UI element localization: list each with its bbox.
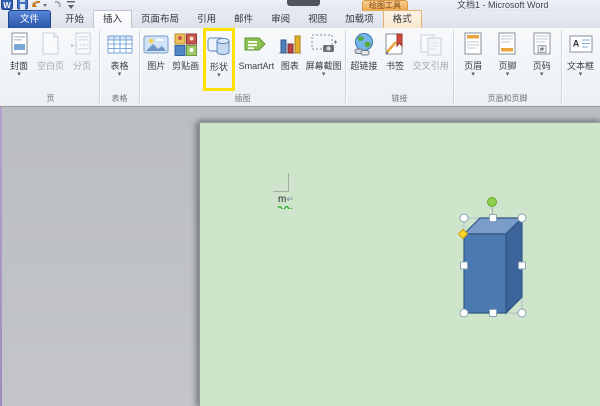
picture-button[interactable]: 图片 . <box>143 30 169 78</box>
cross-reference-icon <box>418 32 444 59</box>
blank-page-icon <box>38 32 62 59</box>
screenshot-icon <box>310 32 338 59</box>
tab-page-layout[interactable]: 页面布局 <box>132 11 188 28</box>
word-logo-icon[interactable]: W <box>1 0 13 10</box>
hyperlink-icon <box>351 32 377 59</box>
chevron-down-icon: ▾ <box>540 72 544 78</box>
ribbon-group-tables: 表格 ▾ 表格 <box>100 30 140 106</box>
ribbon-tab-row: 文件 开始 插入 页面布局 引用 邮件 审阅 视图 加载项 格式 <box>0 11 600 28</box>
cross-reference-button[interactable]: 交叉引用 . <box>413 30 449 78</box>
undo-icon[interactable] <box>32 0 48 10</box>
tab-file[interactable]: 文件 <box>8 10 51 28</box>
screenshot-button[interactable]: 屏幕截图 ▾ <box>306 30 342 78</box>
page-break-button[interactable]: 分页 . <box>70 30 94 78</box>
ribbon: 封面 ▾ 空白页 . <box>0 28 600 107</box>
ribbon-group-text: A 文本框 ▾ 文档部件 <box>562 30 600 106</box>
window-fragment <box>287 0 320 6</box>
chevron-down-icon: ▾ <box>471 72 475 78</box>
tab-view[interactable]: 视图 <box>299 11 336 28</box>
smartart-icon <box>243 32 269 59</box>
window-title: 文档1 - Microsoft Word <box>457 0 548 11</box>
header-icon <box>461 32 485 59</box>
document-page[interactable]: m↵ <box>199 122 600 406</box>
smartart-button[interactable]: SmartArt . <box>239 30 275 78</box>
tab-review[interactable]: 审阅 <box>262 11 299 28</box>
group-label-illustrations: 插图 <box>142 92 343 106</box>
tab-references[interactable]: 引用 <box>188 11 225 28</box>
margin-crop-mark-vertical <box>288 173 289 191</box>
shapes-icon <box>206 33 232 60</box>
group-label-tables: 表格 <box>102 92 137 106</box>
word-window: W <box>0 0 600 406</box>
cover-page-icon <box>7 32 31 59</box>
group-label-pages: 页 <box>4 92 97 106</box>
rotate-handle[interactable] <box>488 198 497 207</box>
page-number-icon: # <box>530 32 554 59</box>
svg-text:W: W <box>3 1 11 10</box>
bookmark-icon <box>382 32 408 59</box>
shapes-button[interactable]: 形状 ▾ <box>206 31 232 88</box>
tab-insert[interactable]: 插入 <box>93 10 132 28</box>
group-label-links: 链接 <box>348 92 451 106</box>
chevron-down-icon: ▾ <box>17 72 21 78</box>
save-icon[interactable] <box>17 0 28 10</box>
ribbon-group-pages: 封面 ▾ 空白页 . <box>2 30 100 106</box>
paragraph-mark: ↵ <box>286 194 294 204</box>
chevron-down-icon: ▾ <box>322 72 326 78</box>
tab-addins[interactable]: 加载项 <box>336 11 383 28</box>
redo-icon[interactable] <box>52 0 62 10</box>
cube-shape-selected[interactable] <box>450 193 542 325</box>
chart-icon <box>277 32 303 59</box>
hyperlink-button[interactable]: 超链接 . <box>350 30 377 78</box>
group-label-header-footer: 页眉和页脚 <box>456 92 559 106</box>
document-area: m↵ <box>0 107 600 406</box>
chevron-down-icon: ▾ <box>118 72 122 78</box>
group-label-text <box>564 101 600 106</box>
tab-home[interactable]: 开始 <box>56 11 93 28</box>
chevron-down-icon: ▾ <box>506 72 510 78</box>
footer-button[interactable]: 页脚 ▾ <box>495 30 519 78</box>
chart-button[interactable]: 图表 . <box>277 30 303 78</box>
cover-page-button[interactable]: 封面 ▾ <box>7 30 31 78</box>
table-button[interactable]: 表格 ▾ <box>106 30 134 78</box>
title-bar: W <box>0 0 600 11</box>
page-break-icon <box>70 32 94 59</box>
blank-page-button[interactable]: 空白页 . <box>37 30 64 78</box>
tab-format[interactable]: 格式 <box>383 10 422 28</box>
grammar-squiggle <box>278 205 292 209</box>
clip-art-icon <box>173 32 199 59</box>
customize-qat-icon[interactable] <box>66 0 76 10</box>
page-number-button[interactable]: # 页码 ▾ <box>530 30 554 78</box>
ribbon-group-header-footer: 页眉 ▾ 页脚 ▾ <box>454 30 562 106</box>
footer-icon <box>495 32 519 59</box>
window-left-edge <box>0 107 2 406</box>
header-button[interactable]: 页眉 ▾ <box>461 30 485 78</box>
ribbon-group-illustrations: 图片 . 剪贴画 <box>140 30 346 106</box>
text-box-icon: A <box>568 32 594 59</box>
bookmark-button[interactable]: 书签 . <box>382 30 408 78</box>
tab-mailings[interactable]: 邮件 <box>225 11 262 28</box>
table-icon <box>106 32 134 59</box>
ribbon-group-links: 超链接 . 书签 . <box>346 30 454 106</box>
chevron-down-icon: ▾ <box>579 72 583 78</box>
svg-text:A: A <box>572 39 579 49</box>
margin-crop-mark-horizontal <box>273 191 289 192</box>
text-box-button[interactable]: A 文本框 ▾ <box>567 30 594 78</box>
cube-front-face <box>464 234 506 313</box>
svg-text:#: # <box>540 47 544 54</box>
chevron-down-icon: ▾ <box>217 73 221 79</box>
clip-art-button[interactable]: 剪贴画 . <box>172 30 199 78</box>
picture-icon <box>143 32 169 59</box>
